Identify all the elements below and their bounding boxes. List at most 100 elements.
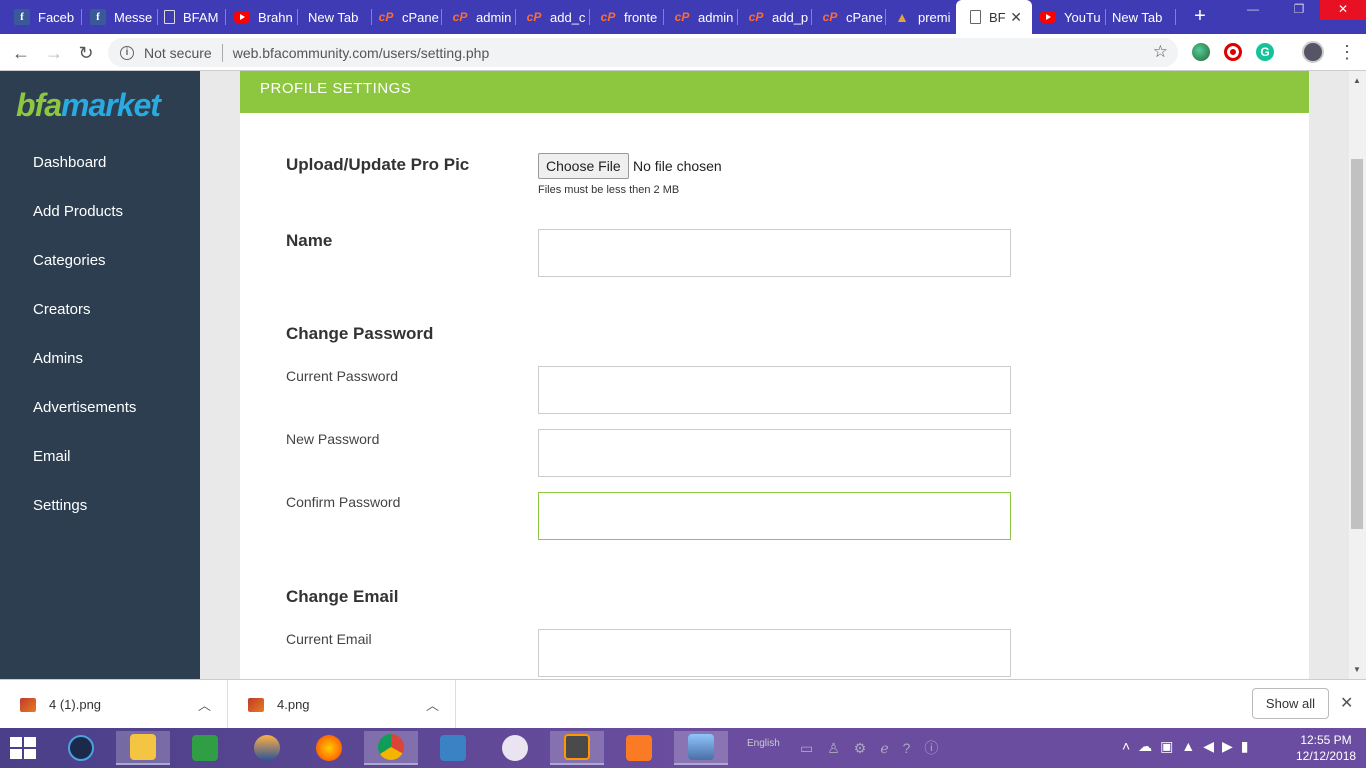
cpanel-icon: cP (822, 10, 838, 24)
taskbar-app-icon[interactable] (550, 731, 604, 765)
chevron-up-icon[interactable]: ︿ (426, 695, 439, 714)
bookmark-star-icon[interactable]: ☆ (1153, 42, 1168, 62)
window-close-button[interactable]: ✕ (1320, 0, 1366, 20)
profile-settings-card: PROFILE SETTINGS Upload/Update Pro Pic C… (240, 71, 1309, 679)
minimize-button[interactable]: — (1230, 0, 1276, 20)
taskbar-app-icon[interactable] (364, 731, 418, 765)
browser-tab[interactable]: cP add_p (734, 0, 812, 34)
browser-tab[interactable]: cP admin (660, 0, 738, 34)
bfamarket-logo[interactable]: bfamarket (16, 87, 161, 124)
sidebar-item-settings[interactable]: Settings (33, 497, 87, 514)
browser-tab[interactable]: cP add_c (512, 0, 590, 34)
cpanel-icon: cP (526, 10, 542, 24)
sidebar-item-categories[interactable]: Categories (33, 252, 106, 269)
current-email-field[interactable] (538, 629, 1011, 677)
clock-date[interactable]: 12/12/2018 (1296, 749, 1356, 763)
browser-tab[interactable]: f Faceb (0, 0, 82, 34)
taskbar-app-icon[interactable] (178, 731, 232, 765)
page-scrollbar[interactable]: ▲ ▼ (1349, 71, 1366, 679)
browser-tab[interactable]: f Messe (76, 0, 158, 34)
browser-toolbar: ← → ↻ i Not secure web.bfacommunity.com/… (0, 34, 1366, 71)
taskbar-app-icon[interactable] (612, 731, 666, 765)
taskbar-app-icon[interactable] (674, 731, 728, 765)
sublime-text-icon (564, 734, 590, 760)
close-icon[interactable]: ✕ (1340, 693, 1353, 713)
scrollbar-thumb[interactable] (1351, 159, 1363, 529)
url-text[interactable]: web.bfacommunity.com/users/setting.php (233, 45, 490, 61)
taskbar-app-icon[interactable] (116, 731, 170, 765)
tab-label: cPane (402, 9, 439, 25)
new-password-label: New Password (286, 431, 380, 447)
chevron-up-icon[interactable]: ︿ (198, 695, 211, 714)
scroll-up-arrow-icon[interactable]: ▲ (1353, 76, 1361, 85)
file-status-text: No file chosen (633, 158, 722, 174)
browser-tab[interactable]: New Tab (294, 0, 372, 34)
sidebar-item-email[interactable]: Email (33, 448, 71, 465)
weather-icon (254, 735, 280, 761)
tab-label: BF (989, 9, 1006, 25)
sidebar-item-add-products[interactable]: Add Products (33, 203, 123, 220)
tray-toolbar-icons: ▭♙⚙ℯ?ⓘ (800, 740, 953, 756)
tab-label: New Tab (308, 9, 359, 25)
forward-arrow-icon[interactable]: → (43, 42, 65, 64)
browser-tab[interactable]: BFAM (150, 0, 226, 34)
browser-tab[interactable]: Brahn (220, 0, 298, 34)
scroll-down-arrow-icon[interactable]: ▼ (1353, 665, 1361, 674)
browser-tab[interactable]: cP cPane (808, 0, 886, 34)
logo-part-market: market (61, 87, 161, 123)
store-icon (192, 735, 218, 761)
confirm-password-field[interactable] (538, 492, 1011, 540)
reload-icon[interactable]: ↻ (75, 42, 97, 64)
windows-taskbar: English ▭♙⚙ℯ?ⓘ ˄☁▣▲◀▶▮ 12:55 PM 12/12/20… (0, 728, 1366, 768)
taskbar-app-icon[interactable] (426, 731, 480, 765)
tab-label: fronte (624, 9, 658, 25)
system-tray-icons[interactable]: ˄☁▣▲◀▶▮ (1122, 738, 1257, 755)
choose-file-button[interactable]: Choose File (538, 153, 629, 179)
new-tab-button[interactable]: + (1190, 6, 1210, 26)
logo-part-bfa: bfa (16, 87, 62, 123)
browser-tab[interactable]: YouTu (1026, 0, 1106, 34)
show-all-button[interactable]: Show all (1252, 688, 1329, 719)
sidebar: bfamarket Dashboard Add Products Categor… (0, 71, 200, 679)
current-password-field[interactable] (538, 366, 1011, 414)
sidebar-item-admins[interactable]: Admins (33, 350, 83, 367)
clock-time[interactable]: 12:55 PM (1296, 733, 1356, 747)
close-tab-icon[interactable]: ✕ (1010, 9, 1022, 26)
profile-avatar[interactable] (1302, 41, 1324, 63)
taskbar-app-icon[interactable] (54, 731, 108, 765)
browser-tab[interactable]: cP cPane (364, 0, 442, 34)
info-icon[interactable]: i (120, 45, 134, 60)
back-arrow-icon[interactable]: ← (10, 42, 32, 64)
taskbar-app-icon[interactable] (240, 731, 294, 765)
download-item[interactable]: 4 (1).png ︿ (0, 680, 228, 729)
browser-tab[interactable]: cP admin (438, 0, 516, 34)
browser-tab[interactable]: cP fronte (586, 0, 664, 34)
download-filename: 4.png (277, 697, 310, 712)
app-launcher-icon (68, 735, 94, 761)
browser-tab[interactable]: New Tab (1098, 0, 1176, 34)
sidebar-item-creators[interactable]: Creators (33, 301, 91, 318)
language-indicator[interactable]: English (747, 738, 780, 749)
opera-extension-icon[interactable] (1224, 43, 1242, 61)
chrome-menu-icon[interactable]: ⋮ (1338, 40, 1356, 64)
current-email-label: Current Email (286, 631, 372, 647)
tab-label: BFAM (183, 9, 219, 25)
download-item[interactable]: 4.png ︿ (228, 680, 456, 729)
taskbar-app-icon[interactable] (302, 731, 356, 765)
name-field[interactable] (538, 229, 1011, 277)
browser-tab[interactable]: ▲ premi (880, 0, 958, 34)
maximize-button[interactable]: ❐ (1276, 0, 1322, 20)
windows-start-icon[interactable] (10, 737, 38, 759)
taskbar-app-icon[interactable] (488, 731, 542, 765)
file-explorer-icon (130, 734, 156, 760)
sidebar-item-dashboard[interactable]: Dashboard (33, 154, 106, 171)
globe-extension-icon[interactable] (1192, 43, 1210, 61)
browser-tab-active[interactable]: BF ✕ (956, 0, 1032, 34)
premier-icon: ▲ (895, 9, 909, 25)
grammarly-icon[interactable]: G (1256, 43, 1274, 61)
card-header: PROFILE SETTINGS (240, 71, 1309, 113)
address-bar[interactable]: i Not secure web.bfacommunity.com/users/… (108, 38, 1178, 67)
new-password-field[interactable] (538, 429, 1011, 477)
page-icon (970, 10, 981, 24)
sidebar-item-advertisements[interactable]: Advertisements (33, 399, 136, 416)
